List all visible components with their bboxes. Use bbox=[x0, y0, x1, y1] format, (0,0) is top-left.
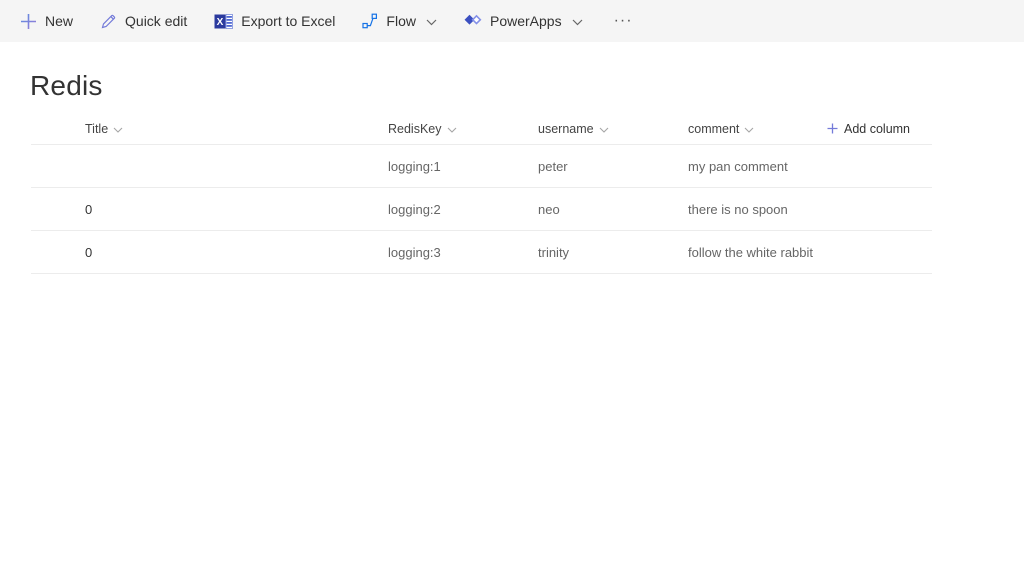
quick-edit-button[interactable]: Quick edit bbox=[100, 13, 187, 30]
column-header-row: Title RedisKey username comment bbox=[31, 114, 932, 145]
new-button[interactable]: New bbox=[20, 13, 73, 30]
cell-username: peter bbox=[538, 159, 688, 174]
column-header-comment[interactable]: comment bbox=[688, 122, 827, 136]
powerapps-icon bbox=[464, 14, 482, 28]
export-to-excel-label: Export to Excel bbox=[241, 13, 335, 29]
column-header-rediskey[interactable]: RedisKey bbox=[388, 122, 538, 136]
chevron-down-icon bbox=[447, 122, 457, 136]
list-view: Title RedisKey username comment bbox=[31, 114, 932, 274]
new-button-label: New bbox=[45, 13, 73, 29]
cell-username: neo bbox=[538, 202, 688, 217]
table-row[interactable]: logging:1 peter my pan comment bbox=[31, 145, 932, 188]
column-header-rediskey-label: RedisKey bbox=[388, 122, 442, 136]
powerapps-label: PowerApps bbox=[490, 13, 562, 29]
table-row[interactable]: 0 logging:3 trinity follow the white rab… bbox=[31, 231, 932, 274]
export-to-excel-button[interactable]: X Export to Excel bbox=[214, 13, 335, 30]
column-header-title-label: Title bbox=[85, 122, 108, 136]
chevron-down-icon bbox=[599, 122, 609, 136]
add-column-button[interactable]: Add column bbox=[827, 121, 932, 137]
excel-icon: X bbox=[214, 13, 233, 30]
flow-button[interactable]: Flow bbox=[362, 13, 437, 29]
flow-label: Flow bbox=[386, 13, 416, 29]
plus-icon bbox=[827, 121, 838, 137]
cell-comment: there is no spoon bbox=[688, 202, 827, 217]
chevron-down-icon bbox=[426, 19, 437, 26]
chevron-down-icon bbox=[744, 122, 754, 136]
more-icon: ··· bbox=[614, 12, 633, 29]
svg-text:X: X bbox=[217, 17, 224, 28]
column-header-username[interactable]: username bbox=[538, 122, 688, 136]
more-commands-button[interactable]: ··· bbox=[614, 12, 633, 30]
add-column-label: Add column bbox=[844, 122, 910, 136]
column-header-username-label: username bbox=[538, 122, 594, 136]
flow-icon bbox=[362, 13, 378, 29]
column-header-comment-label: comment bbox=[688, 122, 739, 136]
cell-title: 0 bbox=[85, 202, 388, 217]
cell-comment: my pan comment bbox=[688, 159, 827, 174]
plus-icon bbox=[20, 13, 37, 30]
cell-username: trinity bbox=[538, 245, 688, 260]
cell-comment: follow the white rabbit bbox=[688, 245, 827, 260]
chevron-down-icon bbox=[113, 122, 123, 136]
table-row[interactable]: 0 logging:2 neo there is no spoon bbox=[31, 188, 932, 231]
command-bar: New Quick edit X Export to Excel bbox=[0, 0, 1024, 42]
cell-title: 0 bbox=[85, 245, 388, 260]
column-header-title[interactable]: Title bbox=[85, 122, 388, 136]
powerapps-button[interactable]: PowerApps bbox=[464, 13, 583, 29]
cell-rediskey: logging:2 bbox=[388, 202, 538, 217]
chevron-down-icon bbox=[572, 19, 583, 26]
cell-rediskey: logging:1 bbox=[388, 159, 538, 174]
quick-edit-label: Quick edit bbox=[125, 13, 187, 29]
page-title: Redis bbox=[30, 70, 1024, 102]
pencil-icon bbox=[100, 13, 117, 30]
cell-rediskey: logging:3 bbox=[388, 245, 538, 260]
